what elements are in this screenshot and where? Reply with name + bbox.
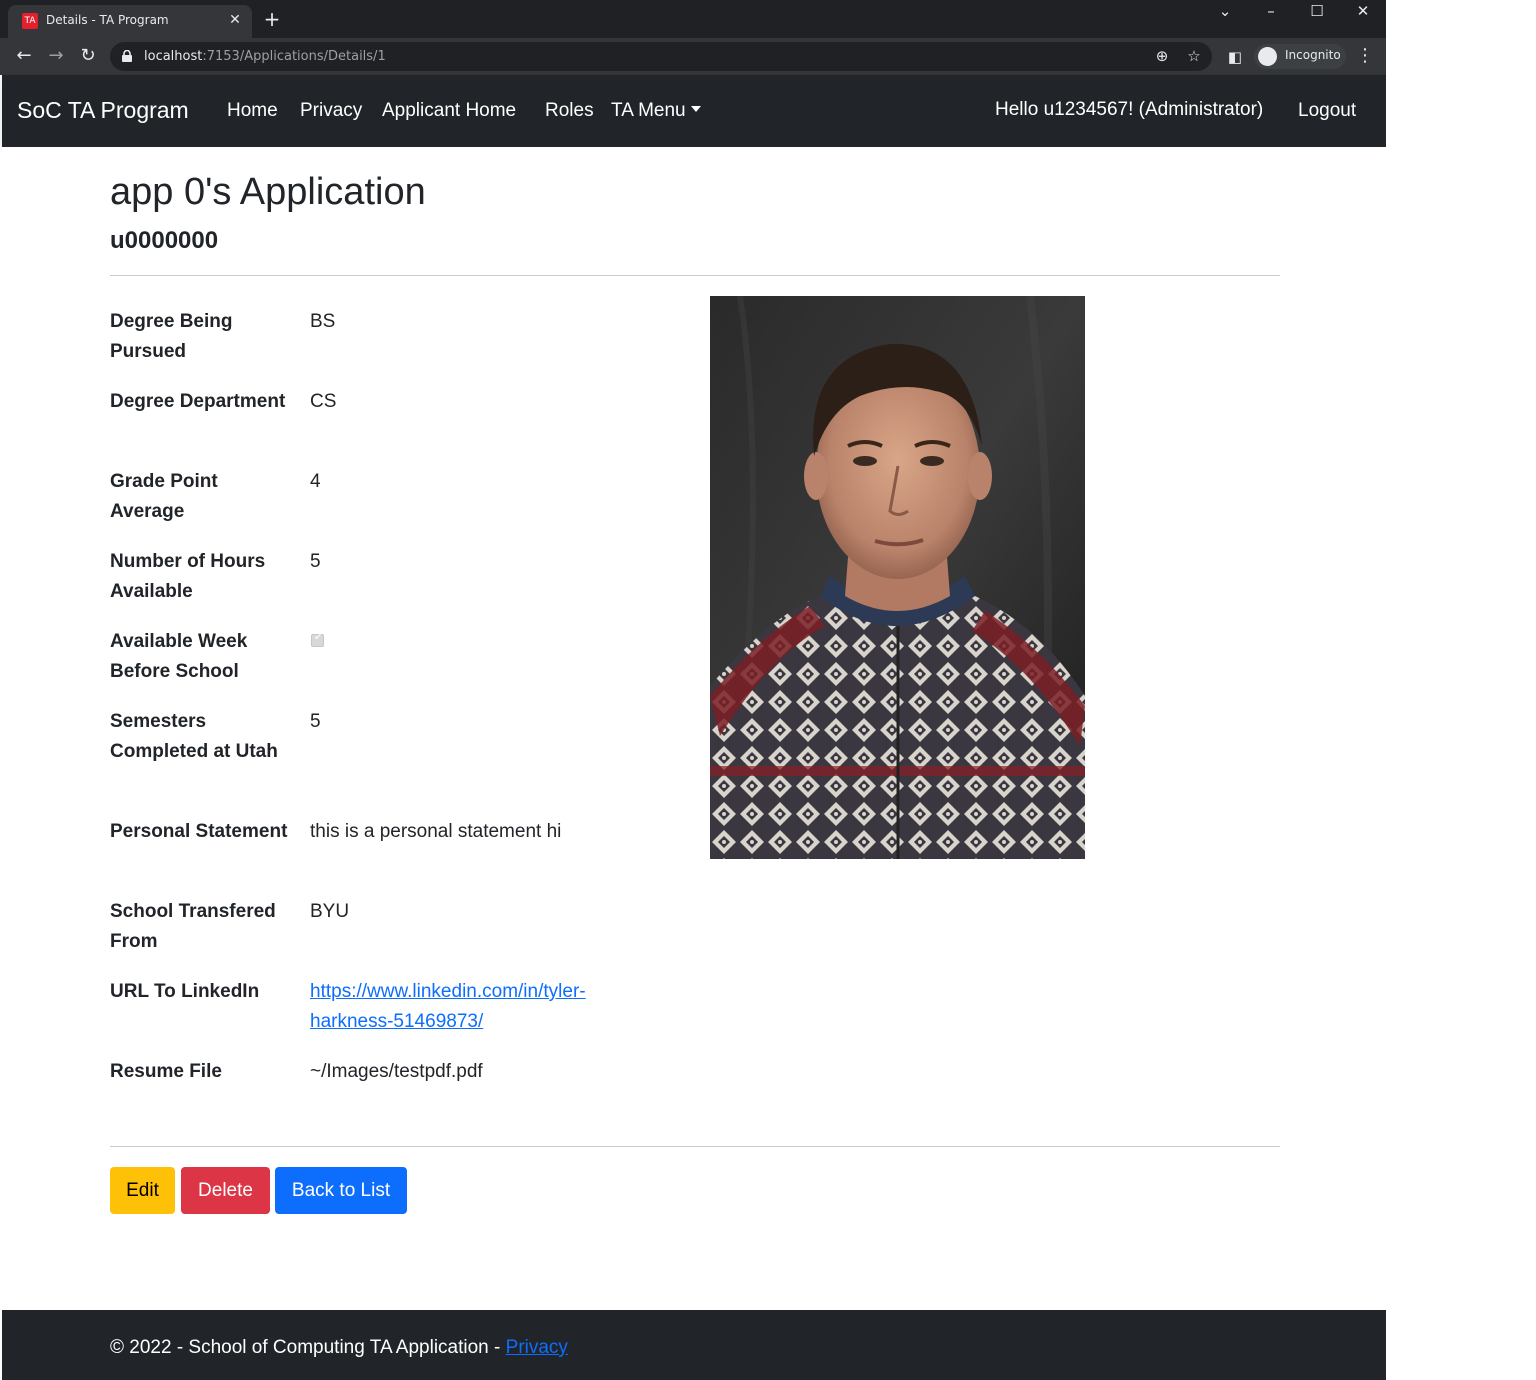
value-personal-statement: this is a personal statement hi [310, 821, 562, 842]
bookmark-star-icon[interactable]: ☆ [1185, 47, 1203, 65]
value-resume-file: ~/Images/testpdf.pdf [310, 1061, 483, 1082]
reload-icon[interactable]: ↻ [76, 45, 100, 69]
forward-arrow-icon[interactable]: → [44, 45, 68, 69]
divider [110, 275, 1280, 276]
footer-privacy-link[interactable]: Privacy [506, 1337, 568, 1358]
value-degree-department: CS [310, 391, 337, 412]
nav-ta-menu-dropdown[interactable]: TA Menu [611, 100, 701, 122]
user-greeting[interactable]: Hello u1234567! (Administrator) [995, 99, 1263, 121]
label-degree-department: Degree Department [110, 391, 286, 412]
label-resume-file: Resume File [110, 1061, 222, 1082]
divider [110, 1146, 1280, 1147]
page-title: app 0's Application [110, 171, 426, 213]
zoom-icon[interactable]: ⊕ [1153, 47, 1171, 65]
brand-link[interactable]: SoC TA Program [17, 97, 189, 124]
value-hours-available: 5 [310, 551, 321, 572]
label-hours-available: Number of Hours Available [110, 551, 266, 602]
minimize-icon[interactable]: – [1248, 0, 1294, 30]
browser-window: TA Details - TA Program ✕ + ⌄ – ☐ ✕ ← → … [0, 0, 1386, 1380]
label-linkedin-url: URL To LinkedIn [110, 981, 260, 1002]
url-text[interactable]: localhost:7153/Applications/Details/1 [144, 49, 386, 64]
tab-favicon-icon: TA [22, 13, 38, 29]
available-week-checkbox: ✔ [311, 632, 324, 647]
label-available-week: Available Week Before School [110, 631, 248, 682]
tab-search-icon[interactable]: ⌄ [1202, 0, 1248, 30]
more-menu-icon[interactable]: ⋮ [1356, 45, 1374, 69]
main-content: app 0's Application u0000000 Degree Bein… [2, 147, 1386, 1310]
page-subtitle: u0000000 [110, 227, 219, 254]
label-personal-statement: Personal Statement [110, 821, 288, 842]
label-semesters-completed: Semesters Completed at Utah [110, 711, 278, 762]
incognito-badge[interactable]: Incognito [1254, 44, 1346, 69]
delete-button[interactable]: Delete [181, 1167, 270, 1214]
nav-privacy[interactable]: Privacy [300, 100, 362, 122]
side-panel-icon[interactable]: ◧ [1226, 48, 1244, 66]
address-bar[interactable]: localhost:7153/Applications/Details/1 ⊕ … [110, 42, 1212, 71]
label-degree-pursued: Degree Being Pursued [110, 311, 233, 362]
applicant-photo [710, 296, 1085, 859]
footer-copyright: © 2022 - School of Computing TA Applicat… [110, 1337, 506, 1358]
nav-home[interactable]: Home [227, 100, 278, 122]
caret-down-icon [690, 106, 701, 112]
logout-link[interactable]: Logout [1298, 100, 1356, 122]
new-tab-icon[interactable]: + [262, 8, 282, 30]
incognito-icon [1258, 47, 1277, 66]
label-school-transferred: School Transfered From [110, 901, 276, 952]
footer-text: © 2022 - School of Computing TA Applicat… [110, 1337, 568, 1359]
nav-roles[interactable]: Roles [545, 100, 594, 122]
tab-title: Details - TA Program [46, 13, 169, 27]
lock-icon [122, 50, 132, 62]
linkedin-link[interactable]: https://www.linkedin.com/in/tyler-harkne… [310, 981, 586, 1032]
nav-ta-menu-label: TA Menu [611, 100, 686, 121]
value-school-transferred: BYU [310, 901, 350, 922]
value-gpa: 4 [310, 471, 321, 492]
close-window-icon[interactable]: ✕ [1340, 0, 1386, 30]
back-arrow-icon[interactable]: ← [12, 45, 36, 69]
browser-toolbar: ← → ↻ localhost:7153/Applications/Detail… [0, 38, 1386, 75]
browser-tab[interactable]: TA Details - TA Program ✕ [8, 5, 252, 38]
nav-applicant-home[interactable]: Applicant Home [382, 100, 516, 122]
value-semesters-completed: 5 [310, 711, 321, 732]
tab-strip: TA Details - TA Program ✕ + ⌄ – ☐ ✕ [0, 0, 1386, 38]
maximize-icon[interactable]: ☐ [1294, 0, 1340, 30]
site-footer: © 2022 - School of Computing TA Applicat… [2, 1310, 1386, 1380]
checkmark-icon: ✔ [314, 632, 323, 643]
site-navbar: SoC TA Program Home Privacy Applicant Ho… [2, 75, 1386, 147]
value-degree-pursued: BS [310, 311, 336, 332]
incognito-label: Incognito [1285, 48, 1341, 62]
edit-button[interactable]: Edit [110, 1167, 175, 1214]
value-linkedin-url: https://www.linkedin.com/in/tyler-harkne… [310, 977, 640, 1037]
back-to-list-button[interactable]: Back to List [275, 1167, 407, 1214]
label-gpa: Grade Point Average [110, 471, 218, 522]
tab-close-icon[interactable]: ✕ [226, 11, 244, 29]
